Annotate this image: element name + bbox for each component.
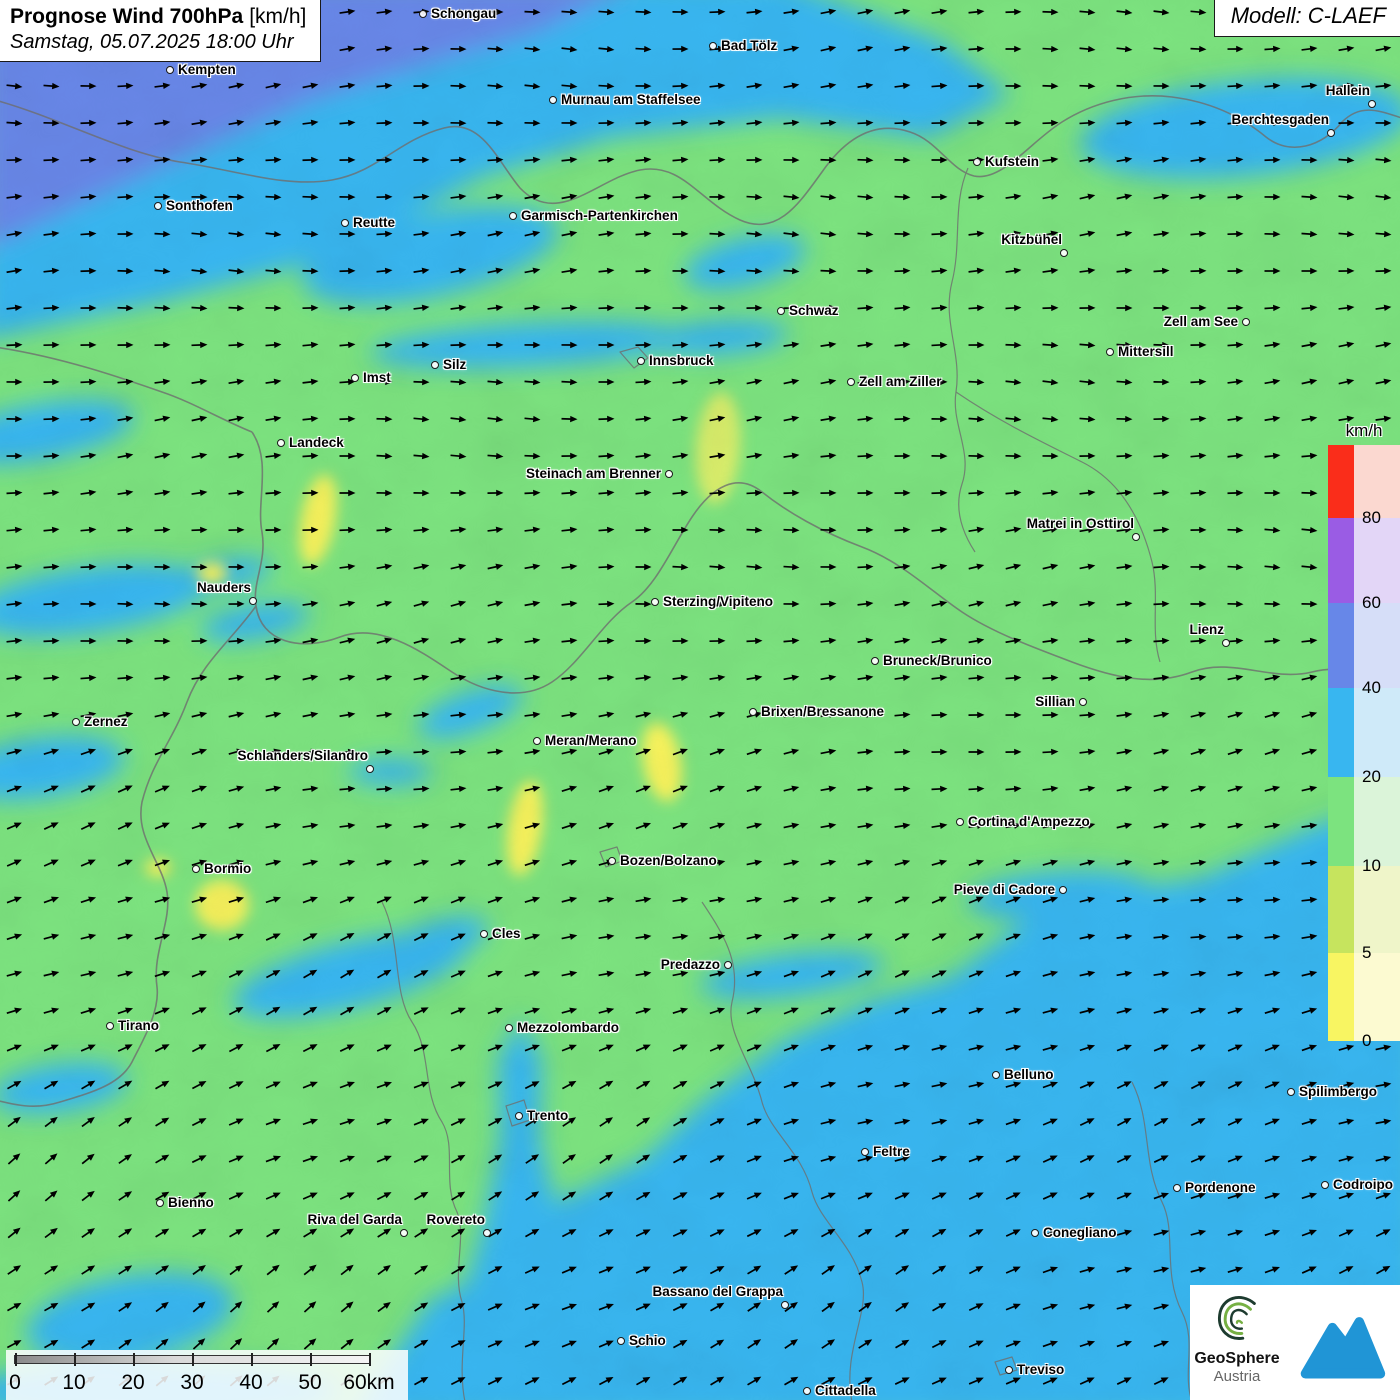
scalebar-tick-1: [74, 1353, 76, 1366]
map-subtitle: Samstag, 05.07.2025 18:00 Uhr: [10, 31, 306, 54]
wind-map-canvas: [0, 0, 1400, 1400]
logo-region: Austria: [1190, 1368, 1284, 1385]
legend-tick-0: 0: [1362, 1032, 1371, 1049]
model-label: Modell: C-LAEF: [1214, 0, 1400, 37]
scalebar-tick-5: [310, 1353, 312, 1366]
terrain-shading: [0, 0, 1400, 1400]
scalebar-label-5: 50: [298, 1371, 321, 1395]
legend-tick-20: 20: [1362, 768, 1381, 785]
scalebar-label-4: 40: [239, 1371, 262, 1395]
geosphere-logo: GeoSphere Austria: [1190, 1285, 1284, 1400]
scalebar-tick-2: [133, 1353, 135, 1366]
map-title: Prognose Wind 700hPa [km/h]: [10, 4, 306, 30]
mountain-logo: [1284, 1285, 1400, 1400]
legend-tick-10: 10: [1362, 857, 1381, 874]
mountain-icon: [1294, 1295, 1390, 1391]
map-title-unit: [km/h]: [249, 5, 306, 28]
legend-band-40: [1328, 603, 1400, 688]
legend-band-5: [1328, 866, 1400, 953]
legend-tick-60: 60: [1362, 594, 1381, 611]
legend-band-60: [1328, 518, 1400, 603]
legend-colorbar: 806040201050: [1328, 445, 1400, 1041]
legend-band-10: [1328, 777, 1400, 866]
scalebar-tick-6: [369, 1353, 371, 1366]
wind-speed-legend: km/h 806040201050: [1328, 421, 1400, 1041]
scalebar-label-2: 20: [121, 1371, 144, 1395]
scalebar-label-6: 60km: [343, 1371, 394, 1395]
scalebar-tick-0: [15, 1353, 17, 1366]
legend-unit-label: km/h: [1328, 421, 1400, 441]
title-box: Prognose Wind 700hPa [km/h] Samstag, 05.0…: [0, 0, 321, 62]
legend-band-0: [1328, 953, 1400, 1041]
scalebar-label-0: 0: [9, 1371, 21, 1395]
scalebar-tick-3: [192, 1353, 194, 1366]
distance-scalebar: 0 10 20 30 40 50 60km: [6, 1350, 408, 1400]
legend-tick-5: 5: [1362, 944, 1371, 961]
scalebar-label-1: 10: [62, 1371, 85, 1395]
logo-name: GeoSphere: [1190, 1350, 1284, 1368]
scalebar-tick-4: [251, 1353, 253, 1366]
weather-map-stage: SchongauBad TölzKemptenMurnau am Staffel…: [0, 0, 1400, 1400]
map-title-text: Prognose Wind 700hPa: [10, 5, 243, 28]
scalebar-label-3: 30: [180, 1371, 203, 1395]
legend-tick-40: 40: [1362, 679, 1381, 696]
legend-tick-80: 80: [1362, 509, 1381, 526]
legend-band-20: [1328, 688, 1400, 777]
geosphere-swirl-icon: [1211, 1290, 1263, 1344]
